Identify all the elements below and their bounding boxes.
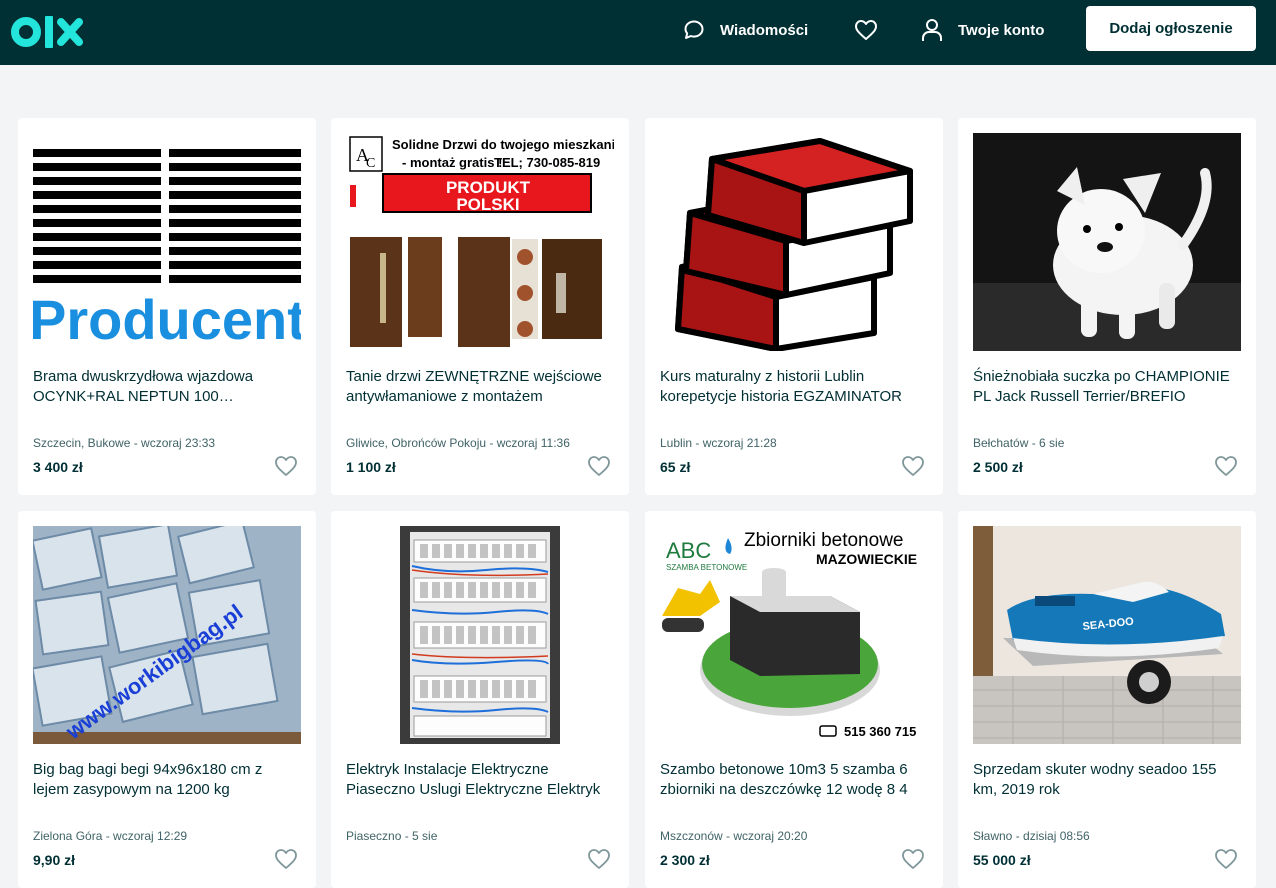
favorite-heart-icon[interactable] (900, 454, 926, 478)
favorite-heart-icon[interactable] (900, 847, 926, 871)
user-icon (922, 19, 942, 41)
listing-location-date: Gliwice, Obrońców Pokoju - wczoraj 11:36 (346, 436, 570, 450)
favorite-heart-icon[interactable] (586, 847, 612, 871)
listing-title[interactable]: Tanie drzwi ZEWNĘTRZNE wejściowe antywła… (346, 367, 614, 409)
listing-card[interactable]: Elektryk Instalacje Elektryczne Piaseczn… (331, 511, 629, 888)
listing-location-date: Sławno - dzisiaj 08:56 (973, 829, 1090, 843)
listing-location-date: Piaseczno - 5 sie (346, 829, 438, 843)
listing-title[interactable]: Szambo betonowe 10m3 5 szamba 6 zbiornik… (660, 760, 928, 802)
favorite-heart-icon[interactable] (1213, 847, 1239, 871)
account-link[interactable]: Twoje konto (920, 0, 1044, 60)
listing-image: Producent (33, 133, 301, 351)
messages-link[interactable]: Wiadomości (682, 0, 808, 60)
add-listing-button[interactable]: Dodaj ogłoszenie (1086, 6, 1256, 51)
listing-card[interactable]: Kurs maturalny z historii Lublin korepet… (645, 118, 943, 495)
favorite-heart-icon[interactable] (1213, 454, 1239, 478)
svg-text:SZAMBA BETONOWE: SZAMBA BETONOWE (666, 563, 747, 572)
favorites-link[interactable] (853, 0, 893, 60)
svg-text:C: C (366, 156, 375, 171)
listing-location-date: Zielona Góra - wczoraj 12:29 (33, 829, 188, 843)
favorite-heart-icon[interactable] (273, 454, 299, 478)
listing-image: www.workibigbag.pl (33, 526, 301, 744)
listing-price: 2 500 zł (973, 459, 1023, 475)
svg-text:TEL; 730-085-819: TEL; 730-085-819 (494, 155, 600, 170)
listing-image: SEA-DOO (973, 526, 1241, 744)
favorite-heart-icon[interactable] (273, 847, 299, 871)
listing-card[interactable]: SEA-DOO Sprzedam skuter wodny seadoo 155… (958, 511, 1256, 888)
olx-logo[interactable] (10, 13, 84, 51)
listing-title[interactable]: Big bag bagi begi 94x96x180 cm z lejem z… (33, 760, 301, 802)
listing-card[interactable]: Producent Brama dwuskrzydłowa wjazdowa O… (18, 118, 316, 495)
listing-title[interactable]: Elektryk Instalacje Elektryczne Piaseczn… (346, 760, 614, 802)
listing-image: A C Solidne Drzwi do twojego mieszkania … (346, 133, 614, 351)
listing-title[interactable]: Sprzedam skuter wodny seadoo 155 km, 201… (973, 760, 1241, 802)
svg-text:515 360 715: 515 360 715 (844, 724, 916, 739)
listing-card[interactable]: Śnieżnobiała suczka po CHAMPIONIE PL Jac… (958, 118, 1256, 495)
svg-text:Zbiorniki betonowe: Zbiorniki betonowe (744, 530, 903, 551)
messages-label: Wiadomości (720, 21, 809, 39)
listing-price: 3 400 zł (33, 459, 83, 475)
listing-location-date: Lublin - wczoraj 21:28 (660, 436, 777, 450)
listing-image (660, 133, 928, 351)
listing-price: 55 000 zł (973, 852, 1031, 868)
listing-title[interactable]: Kurs maturalny z historii Lublin korepet… (660, 367, 928, 409)
listing-location-date: Szczecin, Bukowe - wczoraj 23:33 (33, 436, 216, 450)
top-navigation-bar: Wiadomości Twoje konto Dodaj ogłoszenie (0, 0, 1276, 65)
svg-text:ABC: ABC (666, 538, 711, 563)
heart-icon (855, 20, 877, 40)
listing-price: 65 zł (660, 459, 691, 475)
listing-location-date: Bełchatów - 6 sie (973, 436, 1065, 450)
listing-location-date: Mszczonów - wczoraj 20:20 (660, 829, 808, 843)
listing-image (346, 526, 614, 744)
svg-text:POLSKI: POLSKI (456, 195, 519, 214)
listing-title[interactable]: Śnieżnobiała suczka po CHAMPIONIE PL Jac… (973, 367, 1241, 409)
svg-text:Solidne Drzwi do twojego miesz: Solidne Drzwi do twojego mieszkania (392, 137, 614, 152)
listing-card[interactable]: www.workibigbag.pl Big bag bagi begi 94x… (18, 511, 316, 888)
listing-card[interactable]: Zbiorniki betonowe MAZOWIECKIE ABC SZAMB… (645, 511, 943, 888)
listing-price: 9,90 zł (33, 852, 76, 868)
listing-image: Zbiorniki betonowe MAZOWIECKIE ABC SZAMB… (660, 526, 928, 744)
favorite-heart-icon[interactable] (586, 454, 612, 478)
listing-image (973, 133, 1241, 351)
listing-price: 2 300 zł (660, 852, 710, 868)
listing-price: 1 100 zł (346, 459, 396, 475)
listing-card[interactable]: A C Solidne Drzwi do twojego mieszkania … (331, 118, 629, 495)
svg-text:- montaż gratis !: - montaż gratis ! (402, 155, 502, 170)
svg-text:MAZOWIECKIE: MAZOWIECKIE (816, 551, 917, 567)
account-label: Twoje konto (958, 21, 1045, 39)
listing-title[interactable]: Brama dwuskrzydłowa wjazdowa OCYNK+RAL N… (33, 367, 301, 409)
producent-image-text: Producent (33, 288, 301, 351)
chat-bubble-icon (684, 20, 704, 39)
